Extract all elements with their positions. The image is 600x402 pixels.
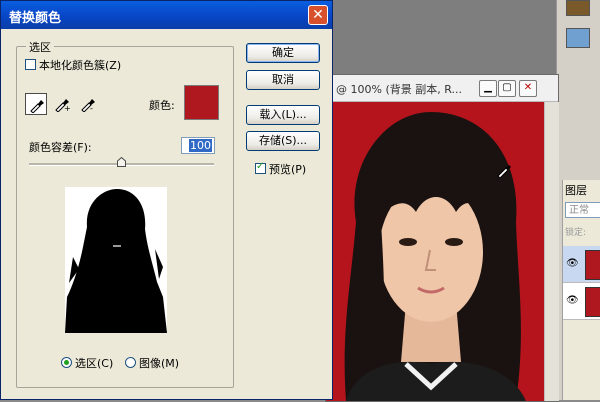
palette-thumbnail-top[interactable] (566, 0, 590, 16)
eye-icon[interactable]: 👁 (566, 258, 579, 269)
save-button[interactable]: 存储(S)... (246, 131, 320, 151)
layer-row[interactable]: 👁 (563, 283, 600, 320)
radio-image[interactable] (125, 357, 136, 368)
vertical-scrollbar[interactable] (544, 102, 559, 401)
document-titlebar[interactable]: @ 100% (背景 副本, R... ▁ ▢ ✕ (326, 75, 558, 102)
eyedropper-plus-icon[interactable]: + (51, 93, 73, 115)
svg-text:+: + (64, 104, 70, 112)
selection-group-label: 选区 (26, 39, 54, 55)
close-icon[interactable]: ✕ (308, 5, 328, 25)
selection-preview (65, 187, 167, 333)
layer-row[interactable]: 👁 (563, 246, 600, 283)
ok-button[interactable]: 确定 (246, 43, 320, 63)
load-button[interactable]: 载入(L)... (246, 105, 320, 125)
preview-checkbox[interactable] (255, 161, 266, 174)
color-label: 颜色: (149, 99, 175, 112)
slider-thumb-icon[interactable] (117, 157, 126, 167)
radio-selection[interactable] (61, 357, 72, 368)
fuzziness-value: 100 (189, 139, 212, 152)
localized-clusters-checkbox[interactable] (25, 59, 36, 70)
cancel-button[interactable]: 取消 (246, 70, 320, 90)
eyedropper-cursor-icon (497, 165, 511, 178)
blend-mode-select[interactable]: 正常 (565, 202, 600, 218)
eyedropper-minus-icon[interactable]: - (77, 93, 99, 115)
preview-label[interactable]: 预览(P) (269, 161, 306, 177)
maximize-icon[interactable]: ▢ (498, 80, 516, 97)
layers-tab[interactable]: 图层 (565, 182, 587, 198)
fuzziness-input[interactable]: 100 (181, 137, 215, 154)
minimize-icon[interactable]: ▁ (479, 80, 497, 97)
document-canvas[interactable] (326, 102, 544, 401)
lock-label: 锁定: (565, 228, 587, 238)
fuzziness-label: 颜色容差(F): (29, 141, 92, 154)
radio-selection-label[interactable]: 选区(C) (75, 355, 113, 371)
layers-panel: 图层 正常 锁定: 👁 👁 (562, 180, 600, 400)
layer-thumbnail (585, 250, 600, 280)
layer-thumbnail (585, 287, 600, 317)
document-title: @ 100% (背景 副本, R... (336, 83, 462, 96)
close-icon[interactable]: ✕ (519, 80, 537, 97)
dialog-title: 替换颜色 (9, 11, 62, 26)
svg-text:-: - (90, 104, 93, 112)
replace-color-dialog: 替换颜色 ✕ 选区 本地化颜色簇(Z) + - 颜色: 颜色容差(F): 100… (0, 0, 333, 400)
document-window: @ 100% (背景 副本, R... ▁ ▢ ✕ (325, 74, 559, 402)
dialog-titlebar[interactable]: 替换颜色 ✕ (1, 1, 332, 29)
color-swatch[interactable] (184, 85, 219, 120)
radio-image-label[interactable]: 图像(M) (139, 355, 179, 371)
eye-icon[interactable]: 👁 (566, 295, 579, 306)
localized-clusters-label[interactable]: 本地化颜色簇(Z) (39, 57, 121, 73)
palette-thumbnail-navigator[interactable] (566, 28, 590, 48)
eyedropper-icon[interactable] (25, 93, 47, 115)
